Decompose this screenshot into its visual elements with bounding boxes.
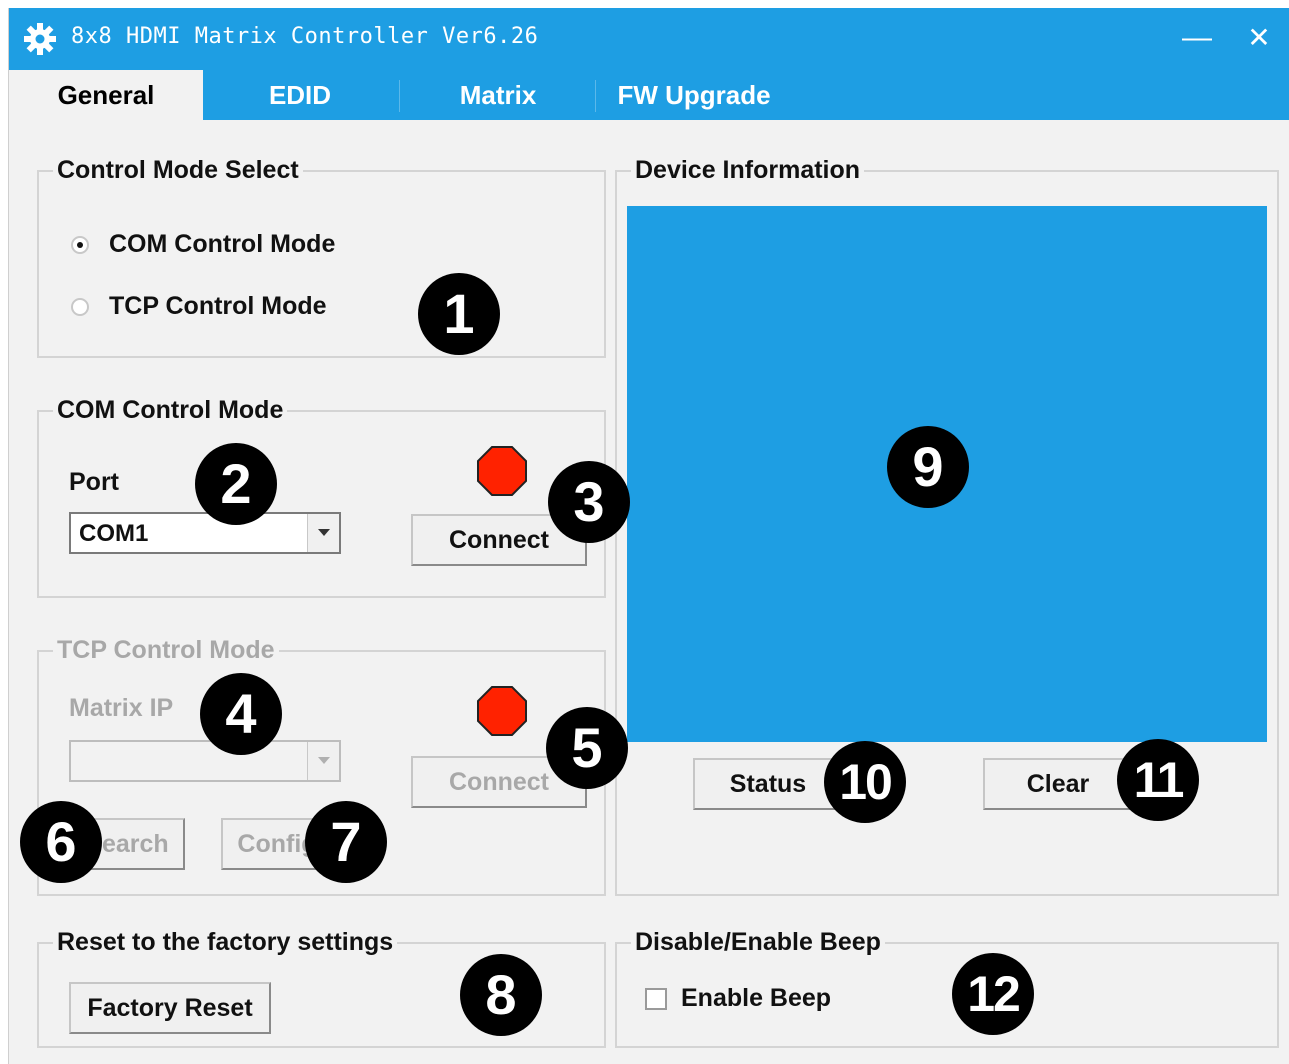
tab-separator — [595, 80, 596, 112]
callout-badge: 6 — [20, 801, 102, 883]
tab-edid[interactable]: EDID — [203, 70, 397, 120]
matrix-ip-label: Matrix IP — [69, 694, 174, 722]
gear-icon — [24, 23, 56, 55]
matrix-ip-select — [69, 740, 341, 782]
tab-separator — [399, 80, 400, 112]
callout-badge: 11 — [1117, 739, 1199, 821]
enable-beep-checkbox[interactable] — [645, 988, 667, 1010]
tab-general[interactable]: General — [9, 70, 203, 120]
callout-badge: 8 — [460, 954, 542, 1036]
callout-badge: 4 — [200, 673, 282, 755]
callout-badge: 10 — [824, 741, 906, 823]
factory-reset-title: Reset to the factory settings — [53, 928, 398, 957]
callout-badge: 1 — [418, 273, 500, 355]
clear-button[interactable]: Clear — [983, 758, 1133, 810]
tcp-mode-radio-row[interactable]: TCP Control Mode — [71, 292, 327, 321]
tcp-mode-radio[interactable] — [71, 297, 89, 316]
com-mode-radio-row[interactable]: COM Control Mode — [71, 230, 335, 259]
tab-matrix[interactable]: Matrix — [401, 70, 595, 120]
beep-group: Disable/Enable Beep Enable Beep — [615, 928, 1279, 1048]
port-value: COM1 — [79, 520, 149, 547]
control-mode-select-group: Control Mode Select COM Control Mode TCP… — [37, 156, 606, 358]
com-mode-radio[interactable] — [71, 235, 89, 254]
window-title: 8x8 HDMI Matrix Controller Ver6.26 — [71, 24, 539, 49]
device-info-title: Device Information — [631, 156, 865, 185]
tab-bar: General EDID Matrix FW Upgrade — [9, 70, 1289, 120]
callout-badge: 3 — [548, 461, 630, 543]
port-select[interactable]: COM1 — [69, 512, 341, 554]
callout-badge: 7 — [305, 801, 387, 883]
com-control-group: COM Control Mode Port COM1 Connect — [37, 396, 606, 598]
tab-fw-upgrade[interactable]: FW Upgrade — [597, 70, 791, 120]
com-status-led-icon — [477, 446, 527, 496]
callout-badge: 12 — [952, 953, 1034, 1035]
tcp-status-led-icon — [477, 686, 527, 736]
com-mode-label: COM Control Mode — [109, 230, 336, 258]
chevron-down-icon[interactable] — [307, 514, 339, 552]
callout-badge: 5 — [546, 707, 628, 789]
chevron-down-icon — [307, 742, 339, 780]
callout-badge: 2 — [195, 443, 277, 525]
title-bar: 8x8 HDMI Matrix Controller Ver6.26 — ✕ — [9, 8, 1289, 70]
port-label: Port — [69, 468, 119, 496]
beep-title: Disable/Enable Beep — [631, 928, 885, 957]
tcp-mode-label: TCP Control Mode — [109, 292, 327, 320]
control-mode-select-title: Control Mode Select — [53, 156, 303, 185]
enable-beep-label: Enable Beep — [681, 984, 832, 1012]
factory-reset-button[interactable]: Factory Reset — [69, 982, 271, 1034]
main-window: 8x8 HDMI Matrix Controller Ver6.26 — ✕ G… — [8, 8, 1289, 1064]
status-button[interactable]: Status — [693, 758, 843, 810]
minimize-button[interactable]: — — [1177, 20, 1217, 56]
close-button[interactable]: ✕ — [1239, 20, 1279, 56]
callout-badge: 9 — [887, 426, 969, 508]
tcp-control-title: TCP Control Mode — [53, 636, 279, 665]
com-control-title: COM Control Mode — [53, 396, 288, 425]
